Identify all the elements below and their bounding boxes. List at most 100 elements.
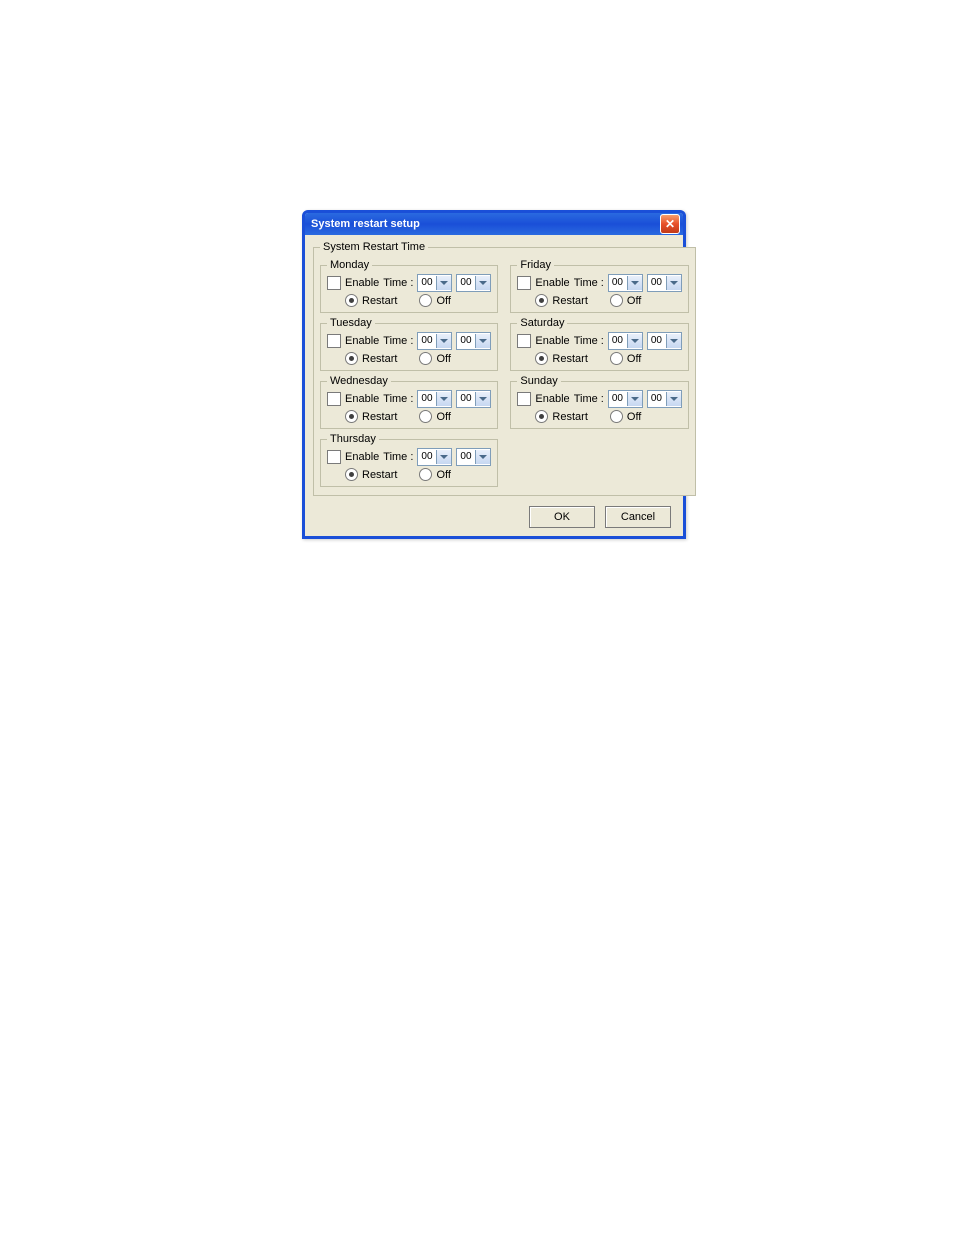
off-radio-item[interactable]: Off (419, 294, 450, 307)
hour-value: 00 (418, 276, 436, 290)
enable-checkbox[interactable] (327, 334, 341, 348)
close-icon: ✕ (665, 218, 675, 230)
radio-icon (419, 352, 432, 365)
minute-combo[interactable]: 00 (456, 274, 491, 292)
day-row-2: Restart Off (327, 352, 491, 365)
enable-checkbox[interactable] (327, 450, 341, 464)
hour-combo[interactable]: 00 (417, 390, 452, 408)
enable-checkbox[interactable] (517, 334, 531, 348)
off-radio-item[interactable]: Off (419, 352, 450, 365)
enable-checkbox[interactable] (327, 392, 341, 406)
titlebar: System restart setup ✕ (305, 213, 683, 235)
chevron-down-icon (475, 334, 490, 348)
enable-label: Enable (345, 277, 379, 289)
radio-icon (345, 352, 358, 365)
restart-radio-item[interactable]: Restart (345, 468, 397, 481)
restart-radio-item[interactable]: Restart (345, 352, 397, 365)
minute-combo[interactable]: 00 (456, 448, 491, 466)
restart-label: Restart (362, 411, 397, 423)
off-radio-item[interactable]: Off (419, 468, 450, 481)
off-radio-item[interactable]: Off (419, 410, 450, 423)
radio-icon (419, 410, 432, 423)
restart-radio-item[interactable]: Restart (535, 352, 587, 365)
day-legend: Saturday (517, 317, 567, 329)
restart-radio-item[interactable]: Restart (345, 410, 397, 423)
off-radio-item[interactable]: Off (610, 294, 641, 307)
close-button[interactable]: ✕ (660, 214, 680, 234)
right-column: Friday Enable Time : 00 00 (510, 259, 688, 487)
time-label: Time : (383, 335, 413, 347)
enable-label: Enable (345, 393, 379, 405)
minute-combo[interactable]: 00 (647, 332, 682, 350)
off-label: Off (436, 353, 450, 365)
radio-icon (610, 294, 623, 307)
day-row-1: Enable Time : 00 00 (517, 390, 681, 408)
chevron-down-icon (436, 450, 451, 464)
hour-combo[interactable]: 00 (417, 274, 452, 292)
radio-icon (610, 410, 623, 423)
window-title: System restart setup (311, 218, 420, 230)
minute-combo[interactable]: 00 (456, 390, 491, 408)
restart-label: Restart (362, 469, 397, 481)
restart-radio-item[interactable]: Restart (535, 294, 587, 307)
system-restart-setup-dialog: System restart setup ✕ System Restart Ti… (302, 210, 686, 539)
minute-value: 00 (648, 392, 666, 406)
day-legend: Friday (517, 259, 554, 271)
button-row: OK Cancel (313, 506, 675, 528)
hour-value: 00 (609, 276, 627, 290)
enable-label: Enable (535, 393, 569, 405)
day-legend: Wednesday (327, 375, 391, 387)
radio-icon (345, 468, 358, 481)
day-friday: Friday Enable Time : 00 00 (510, 259, 688, 313)
cancel-button[interactable]: Cancel (605, 506, 671, 528)
chevron-down-icon (475, 276, 490, 290)
radio-icon (610, 352, 623, 365)
day-wednesday: Wednesday Enable Time : 00 00 (320, 375, 498, 429)
chevron-down-icon (436, 276, 451, 290)
restart-radio-item[interactable]: Restart (535, 410, 587, 423)
left-column: Monday Enable Time : 00 00 (320, 259, 498, 487)
minute-combo[interactable]: 00 (647, 390, 682, 408)
restart-radio-item[interactable]: Restart (345, 294, 397, 307)
enable-checkbox[interactable] (517, 392, 531, 406)
ok-button[interactable]: OK (529, 506, 595, 528)
minute-value: 00 (457, 334, 475, 348)
enable-checkbox[interactable] (517, 276, 531, 290)
day-saturday: Saturday Enable Time : 00 00 (510, 317, 688, 371)
group-legend: System Restart Time (320, 241, 428, 253)
hour-combo[interactable]: 00 (417, 332, 452, 350)
day-row-1: Enable Time : 00 00 (327, 332, 491, 350)
minute-combo[interactable]: 00 (647, 274, 682, 292)
restart-label: Restart (362, 353, 397, 365)
hour-value: 00 (418, 450, 436, 464)
hour-combo[interactable]: 00 (608, 390, 643, 408)
time-label: Time : (383, 277, 413, 289)
off-radio-item[interactable]: Off (610, 410, 641, 423)
chevron-down-icon (436, 392, 451, 406)
radio-icon (535, 294, 548, 307)
radio-icon (535, 410, 548, 423)
radio-icon (535, 352, 548, 365)
chevron-down-icon (666, 276, 681, 290)
enable-checkbox[interactable] (327, 276, 341, 290)
day-columns: Monday Enable Time : 00 00 (320, 259, 689, 487)
day-legend: Sunday (517, 375, 560, 387)
off-label: Off (436, 469, 450, 481)
off-radio-item[interactable]: Off (610, 352, 641, 365)
hour-value: 00 (418, 334, 436, 348)
off-label: Off (627, 411, 641, 423)
minute-value: 00 (648, 276, 666, 290)
hour-combo[interactable]: 00 (417, 448, 452, 466)
minute-combo[interactable]: 00 (456, 332, 491, 350)
dialog-content: System Restart Time Monday Enable Time :… (305, 235, 683, 536)
enable-label: Enable (345, 335, 379, 347)
day-row-2: Restart Off (327, 468, 491, 481)
hour-combo[interactable]: 00 (608, 274, 643, 292)
restart-label: Restart (552, 353, 587, 365)
day-legend: Thursday (327, 433, 379, 445)
chevron-down-icon (475, 450, 490, 464)
day-monday: Monday Enable Time : 00 00 (320, 259, 498, 313)
day-row-2: Restart Off (327, 294, 491, 307)
minute-value: 00 (457, 276, 475, 290)
hour-combo[interactable]: 00 (608, 332, 643, 350)
